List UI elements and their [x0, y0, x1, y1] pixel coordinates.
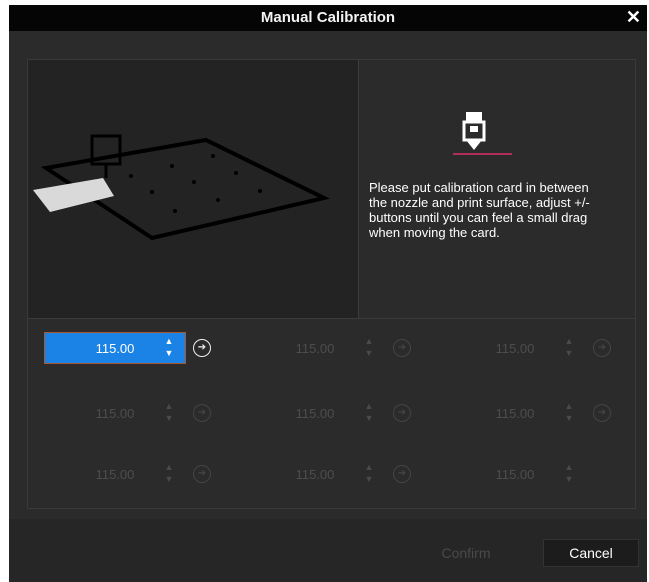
- move-to-point-icon[interactable]: ➔: [393, 404, 411, 422]
- cancel-button[interactable]: Cancel: [543, 539, 639, 567]
- calibration-point-6: 115.00 ▲ ▼ ➔: [428, 396, 618, 430]
- calibration-point-1: 115.00 ▲ ▼ ➔: [28, 331, 218, 365]
- move-to-point-icon[interactable]: ➔: [393, 339, 411, 357]
- calibration-point-8: 115.00 ▲ ▼ ➔: [228, 457, 418, 491]
- stepper-arrows-icon[interactable]: ▲ ▼: [163, 335, 175, 361]
- stepper-arrows-icon[interactable]: ▲ ▼: [363, 335, 375, 361]
- calibration-points-grid: 115.00 ▲ ▼ ➔ 115.00 ▲ ▼ ➔ 115.00 ▲ ▼ ➔ 115.…: [27, 319, 636, 509]
- move-to-point-icon[interactable]: ➔: [393, 465, 411, 483]
- move-to-point-icon[interactable]: ➔: [593, 339, 611, 357]
- stepper-arrows-icon[interactable]: ▲ ▼: [563, 400, 575, 426]
- title-bar: Manual Calibration ✕: [9, 5, 647, 31]
- manual-calibration-dialog: Manual Calibration ✕ Please put calibrat…: [9, 5, 647, 582]
- calibration-point-3: 115.00 ▲ ▼ ➔: [428, 331, 618, 365]
- stepper-arrows-icon[interactable]: ▲ ▼: [363, 400, 375, 426]
- print-bed-illustration: [28, 60, 358, 318]
- print-bed-drawing: [33, 134, 330, 241]
- stepper-arrows-icon[interactable]: ▲ ▼: [363, 461, 375, 487]
- stepper-arrows-icon[interactable]: ▲ ▼: [163, 400, 175, 426]
- move-to-point-icon[interactable]: ➔: [193, 404, 211, 422]
- confirm-button[interactable]: Confirm: [421, 539, 511, 567]
- move-to-point-icon[interactable]: ➔: [193, 339, 211, 357]
- close-icon[interactable]: ✕: [626, 8, 641, 26]
- dialog-title: Manual Calibration: [260, 9, 396, 26]
- calibration-point-7: 115.00 ▲ ▼ ➔: [28, 457, 218, 491]
- stepper-arrows-icon[interactable]: ▲ ▼: [563, 335, 575, 361]
- move-to-point-icon[interactable]: ➔: [193, 465, 211, 483]
- stepper-arrows-icon[interactable]: ▲ ▼: [563, 461, 575, 487]
- panel-divider: [358, 60, 359, 318]
- calibration-point-2: 115.00 ▲ ▼ ➔: [228, 331, 418, 365]
- calibration-point-9: 115.00 ▲ ▼: [428, 457, 618, 491]
- dialog-footer: Confirm Cancel: [9, 519, 647, 582]
- nozzle-icon: [448, 110, 512, 164]
- calibration-point-5: 115.00 ▲ ▼ ➔: [228, 396, 418, 430]
- move-to-point-icon[interactable]: ➔: [593, 404, 611, 422]
- stepper-arrows-icon[interactable]: ▲ ▼: [163, 461, 175, 487]
- instruction-text: Please put calibration card in between t…: [369, 180, 590, 240]
- instruction-panel: Please put calibration card in between t…: [27, 59, 636, 319]
- calibration-point-4: 115.00 ▲ ▼ ➔: [28, 396, 218, 430]
